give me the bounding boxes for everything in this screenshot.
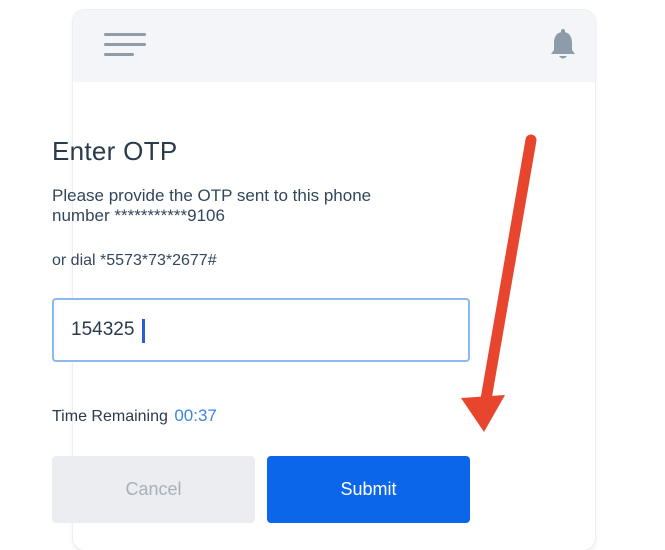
time-remaining: Time Remaining 00:37 (52, 406, 217, 426)
submit-button[interactable]: Submit (267, 456, 470, 523)
cancel-button[interactable]: Cancel (52, 456, 255, 523)
page-title: Enter OTP (52, 136, 178, 166)
time-remaining-value: 00:37 (174, 406, 217, 425)
otp-input[interactable] (52, 298, 470, 362)
dial-instructions: or dial *5573*73*2677# (52, 252, 217, 269)
bell-icon[interactable] (549, 28, 577, 62)
otp-instructions: Please provide the OTP sent to this phon… (52, 186, 372, 225)
top-bar (73, 10, 595, 82)
menu-icon[interactable] (104, 32, 146, 60)
text-cursor (142, 319, 145, 343)
time-remaining-label: Time Remaining (52, 408, 168, 425)
